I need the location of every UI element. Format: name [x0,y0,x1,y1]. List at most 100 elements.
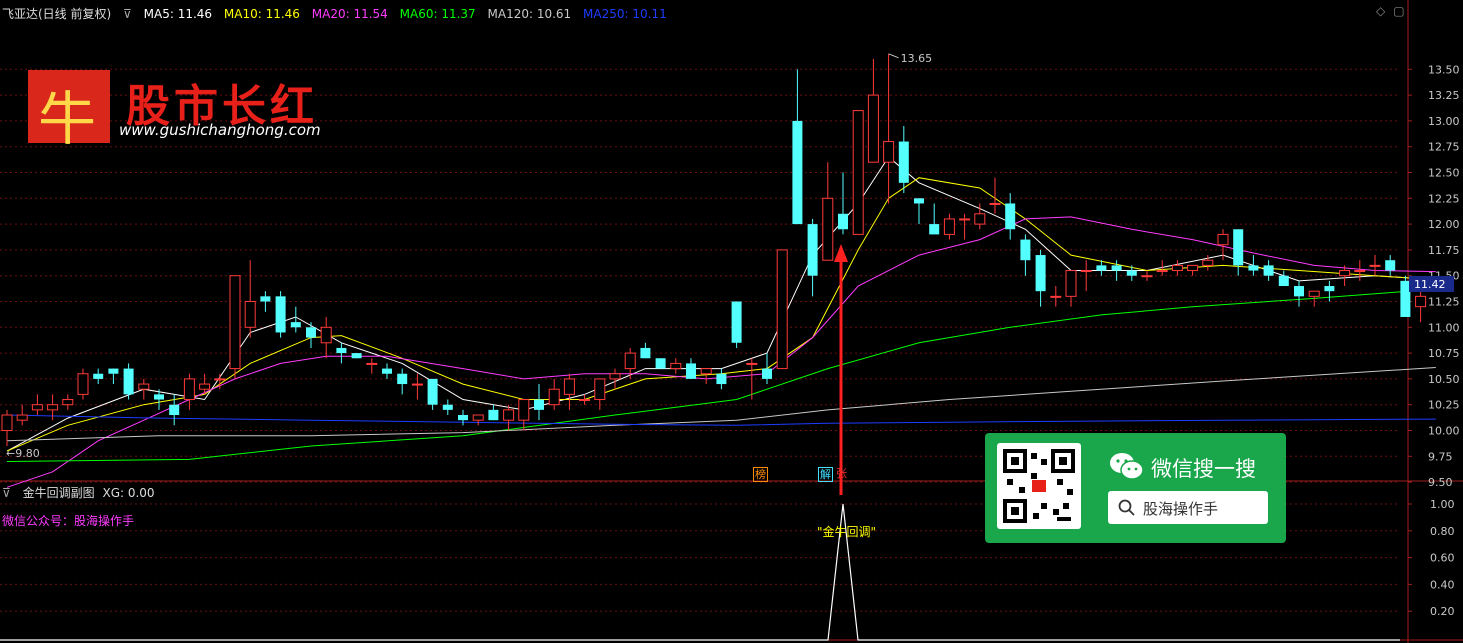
candle-body [1308,290,1320,297]
candle-body [989,202,1001,205]
y-tick-label: 13.25 [1428,89,1460,102]
candle-body [1400,280,1411,317]
signal-arrow-head [834,244,848,262]
candle-body [1217,233,1229,246]
window-icon[interactable]: ▢ [1393,4,1404,18]
candle-body [1096,265,1107,271]
qr-code [997,443,1081,529]
candle-body [822,197,834,261]
candle-body [275,296,286,333]
sub-y-tick-label: 0.80 [1430,525,1455,538]
ma-line-ma10 [6,177,1436,452]
panel-controls: ◇ ▢ [1376,4,1413,18]
candle-body [138,383,150,390]
candle-body [929,224,940,235]
candle-body [1020,239,1031,261]
y-tick-label: 11.25 [1428,296,1460,309]
signal-label: "金牛回调" [817,525,877,539]
candle-body [1065,270,1077,297]
ma-line-ma250 [6,414,1436,426]
badge-jie[interactable]: 解 [818,467,833,482]
y-tick-label: 13.50 [1428,63,1460,76]
diamond-icon[interactable]: ◇ [1376,4,1385,18]
candle-body [199,383,211,390]
ma20-label: MA20: 11.54 [311,7,388,21]
candle-body [229,275,241,370]
candle-body [183,378,195,401]
sub-panel-title[interactable]: 金牛回调副图 [23,486,95,500]
candle-body [731,301,742,343]
y-tick-label: 12.00 [1428,218,1460,231]
collapse-icon[interactable]: ⊽ [123,7,132,21]
candle-body [974,213,986,225]
candle-body [1156,270,1168,273]
candle-body [1233,229,1244,266]
candle-body [351,353,362,359]
qr-code-pattern [1003,449,1075,523]
candle-body [154,394,164,400]
candle-body [214,378,226,381]
candle-body [1126,270,1137,276]
candle-body [320,326,332,344]
candle-body [397,373,408,385]
candle-body [1324,286,1335,292]
candle-body [62,399,74,406]
candle-body [594,378,606,401]
candle-body [458,415,468,421]
candle-body [488,409,499,421]
wechat-search-card[interactable]: 微信搜一搜 股海操作手 [985,433,1286,543]
candle-body [1294,286,1304,297]
ma250-label: MA250: 10.11 [583,7,667,21]
candle-body [290,322,301,328]
candle-body [943,218,955,235]
candle-body [716,373,727,385]
candle-body [670,362,682,370]
main-panel-header: 飞亚达(日线 前复权) ⊽ MA5: 11.46 MA10: 11.46 MA2… [2,5,675,22]
badge-zhang[interactable]: 张 [835,467,848,480]
candle-body [1385,260,1396,271]
candle-body [914,198,924,204]
candle-body [1187,264,1199,272]
candle-body [244,301,256,328]
candle-body [1369,264,1381,267]
y-tick-label: 10.50 [1428,373,1460,386]
candle-body [518,399,530,421]
candle-body [807,224,818,276]
candle-body [624,352,636,370]
candle-body [169,404,180,416]
chart-stage: 13.50 13.25 13.00 12.75 12.50 12.25 12.00 11.75… [0,0,1463,643]
y-tick-label: 9.75 [1428,450,1453,463]
candle-body [1,414,13,431]
sub-y-tick-label: 0.60 [1430,552,1455,565]
candle-body [563,378,575,395]
candle-body [366,362,378,365]
candle-body [1354,270,1366,273]
candle-body [534,399,544,410]
candle-body [959,218,971,221]
candle-body [123,368,134,395]
candle-body [1339,270,1351,277]
candle-body [1263,265,1274,276]
wechat-search-box[interactable]: 股海操作手 [1108,491,1268,524]
wechat-search-text: 股海操作手 [1143,500,1219,518]
candle-body [1248,265,1259,271]
sub-y-tick-label: 0.20 [1430,605,1455,618]
candle-body [472,414,484,421]
candle-body [108,368,119,374]
candle-body [852,110,864,235]
candle-body [838,213,848,230]
candle-body [1050,295,1062,298]
candle-body [442,404,453,410]
candle-body [1080,270,1092,273]
candle-body [411,383,423,386]
y-tick-label: 12.75 [1428,141,1460,154]
candle-body [792,120,803,225]
collapse-icon-sub[interactable]: ⊽ [2,486,11,500]
badge-bang[interactable]: 榜 [753,467,768,482]
candle-body [31,404,43,411]
candle-body [1415,295,1427,308]
y-tick-label: 11.75 [1428,244,1460,257]
xg-label: XG: 0.00 [102,486,155,500]
y-tick-label: 11.00 [1428,321,1460,334]
stock-label[interactable]: 飞亚达(日线 前复权) [2,7,111,21]
